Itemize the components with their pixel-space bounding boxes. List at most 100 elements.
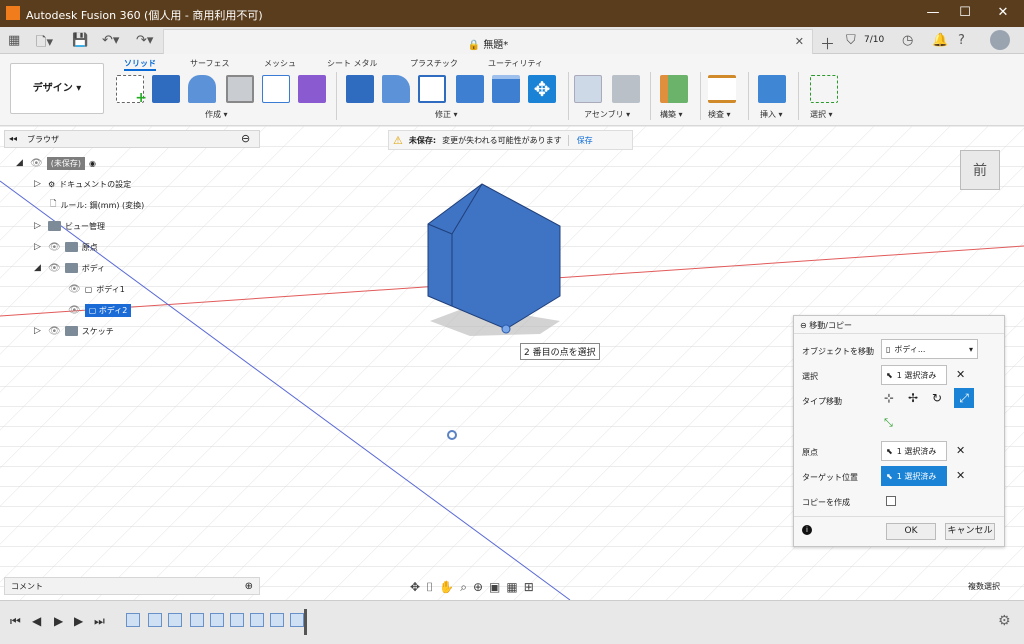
eye-icon[interactable]: 👁 [68, 305, 81, 316]
list-item[interactable]: ◢ 👁 (未保存) ◉ [16, 154, 144, 172]
shell-icon[interactable] [418, 75, 446, 103]
list-item[interactable]: 👁 ▢ ボディ2 [16, 301, 144, 319]
collapse-browser-icon[interactable]: ◂◂ [9, 134, 17, 143]
timeline-extrude-item[interactable] [148, 613, 162, 627]
viewports-icon[interactable]: ⊞ [524, 580, 534, 594]
save-link[interactable]: 保存 [567, 134, 593, 146]
selected-body[interactable]: ▢ ボディ2 [84, 303, 132, 317]
selection-field[interactable]: ⬉ 1 選択済み [881, 365, 947, 385]
list-item[interactable]: 👁 ▢ ボディ1 [16, 280, 144, 298]
document-tab[interactable]: 🔒 無題* ✕ [163, 29, 813, 54]
clear-selection-icon[interactable]: ✕ [956, 368, 965, 381]
insert-image-icon[interactable] [758, 75, 786, 103]
cancel-button[interactable]: キャンセル [945, 523, 995, 540]
revolve-icon[interactable] [188, 75, 216, 103]
point-to-position-icon[interactable]: ⤡ [884, 416, 893, 430]
job-status-icon[interactable]: ⛉ [846, 33, 856, 48]
comment-panel[interactable]: コメント ⊕ [4, 577, 260, 595]
maximize-button[interactable]: ☐ [950, 5, 980, 20]
target-position-field[interactable]: ⬉ 1 選択済み [881, 466, 947, 486]
tab-sheet-metal[interactable]: シート メタル [327, 58, 378, 69]
fit-icon[interactable]: ⊕ [473, 580, 483, 594]
create-sketch-icon[interactable]: + [116, 75, 147, 106]
collapse-icon[interactable]: ◢ [34, 263, 44, 273]
insert-group-label[interactable]: 挿入 ▾ [760, 109, 783, 120]
close-window-button[interactable]: ✕ [988, 5, 1018, 20]
clock-icon[interactable]: ◷ [902, 33, 913, 48]
browser-panel-header[interactable]: ◂◂ ブラウザ ⊖ [4, 130, 260, 148]
tab-mesh[interactable]: メッシュ [264, 58, 296, 69]
display-settings-icon[interactable]: ▣ [489, 580, 500, 594]
modify-group-label[interactable]: 修正 ▾ [435, 109, 458, 120]
inspect-group-label[interactable]: 検査 ▾ [708, 109, 731, 120]
step-forward-icon[interactable]: ▶ [74, 614, 83, 628]
construct-group-label[interactable]: 構築 ▾ [660, 109, 683, 120]
expand-icon[interactable]: ▷ [34, 179, 44, 189]
joint-icon[interactable] [612, 75, 640, 103]
list-item[interactable]: ▷ 👁 スケッチ [16, 322, 144, 340]
help-icon[interactable]: ? [958, 33, 965, 48]
move-copy-icon[interactable]: ✥ [528, 75, 556, 103]
eye-icon[interactable]: 👁 [30, 158, 43, 169]
tab-solid[interactable]: ソリッド [124, 58, 156, 71]
tab-utility[interactable]: ユーティリティ [488, 58, 543, 69]
expand-icon[interactable]: ▷ [34, 221, 44, 231]
minimize-button[interactable]: — [918, 5, 948, 20]
pattern-icon[interactable] [262, 75, 290, 103]
collapse-icon[interactable]: ◢ [16, 158, 26, 168]
timeline-extrude-item[interactable] [230, 613, 244, 627]
avatar[interactable] [990, 30, 1010, 50]
eye-icon[interactable]: 👁 [48, 263, 61, 274]
grid-settings-icon[interactable]: ▦ [506, 580, 517, 594]
form-icon[interactable] [298, 75, 326, 103]
timeline-sketch-item[interactable] [126, 613, 140, 627]
close-tab-icon[interactable]: ✕ [795, 35, 804, 48]
extrude-icon[interactable] [152, 75, 180, 103]
go-to-start-icon[interactable]: ⏮ [10, 614, 21, 629]
go-to-end-icon[interactable]: ⏭ [94, 614, 105, 629]
new-tab-icon[interactable]: ＋ [820, 33, 835, 54]
combine-icon[interactable] [456, 75, 484, 103]
timeline-sketch-item[interactable] [210, 613, 224, 627]
translate-icon[interactable]: ✢ [908, 391, 918, 405]
redo-icon[interactable]: ↷▾ [136, 33, 153, 48]
list-item[interactable]: ▷ 👁 原点 [16, 238, 144, 256]
list-item[interactable]: ▷ ⚙ ドキュメントの設定 [16, 175, 144, 193]
info-icon[interactable]: i [802, 525, 812, 535]
timeline-marker[interactable] [304, 609, 307, 635]
add-comment-icon[interactable]: ⊕ [245, 581, 253, 592]
origin-field[interactable]: ⬉ 1 選択済み [881, 441, 947, 461]
select-icon[interactable] [810, 75, 838, 103]
zoom-icon[interactable]: ⌕ [460, 580, 467, 595]
eye-hidden-icon[interactable]: 👁 [48, 242, 61, 253]
hole-icon[interactable] [226, 75, 254, 103]
notification-bell-icon[interactable]: 🔔 [932, 33, 948, 48]
select-group-label[interactable]: 選択 ▾ [810, 109, 833, 120]
expand-icon[interactable]: ▷ [34, 242, 44, 252]
design-workspace-button[interactable]: デザイン ▾ [10, 63, 104, 114]
split-body-icon[interactable] [492, 75, 520, 103]
job-status-count[interactable]: 7/10 [864, 35, 884, 45]
pan-icon[interactable]: ✋ [439, 580, 454, 594]
timeline-settings-gear-icon[interactable]: ⚙ [998, 613, 1011, 629]
eye-icon[interactable]: 👁 [48, 326, 61, 337]
look-at-icon[interactable]: ⌷ [426, 580, 433, 595]
rotate-icon[interactable]: ↻ [932, 391, 942, 405]
free-move-icon[interactable]: ⊹ [884, 391, 894, 405]
tab-surface[interactable]: サーフェス [190, 58, 230, 69]
eye-hidden-icon[interactable]: 👁 [68, 284, 81, 295]
active-radio-icon[interactable]: ◉ [89, 159, 96, 168]
grid-apps-icon[interactable]: ▦ [8, 33, 20, 48]
list-item[interactable]: ▷ ビュー管理 [16, 217, 144, 235]
assemble-group-label[interactable]: アセンブリ ▾ [584, 109, 630, 120]
create-copy-checkbox[interactable] [886, 496, 896, 506]
create-group-label[interactable]: 作成 ▾ [205, 109, 228, 120]
list-item[interactable]: ◢ 👁 ボディ [16, 259, 144, 277]
clear-target-icon[interactable]: ✕ [956, 469, 965, 482]
expand-icon[interactable]: ▷ [34, 326, 44, 336]
timeline-sketch-item[interactable] [250, 613, 264, 627]
tab-plastic[interactable]: プラスチック [410, 58, 458, 69]
timeline-sketch-item[interactable] [168, 613, 182, 627]
orbit-icon[interactable]: ✥ [410, 580, 420, 594]
timeline-extrude-item[interactable] [270, 613, 284, 627]
